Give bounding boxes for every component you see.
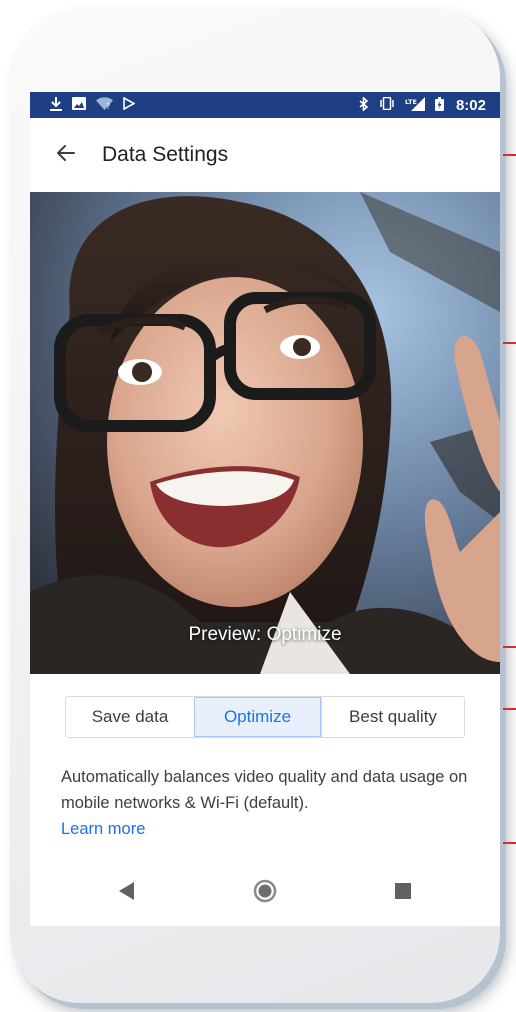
nav-home-button[interactable] xyxy=(245,873,285,913)
arrow-back-icon xyxy=(54,141,78,170)
phone-mockup: ? LTE 8:02 Data Settings Preview: Optimi… xyxy=(0,0,516,1012)
image-icon xyxy=(72,97,86,113)
preview-caption: Preview: Optimize xyxy=(188,624,342,645)
status-time: 8:02 xyxy=(455,96,486,114)
optimize-option[interactable]: Optimize xyxy=(194,697,321,737)
nav-recents-button[interactable] xyxy=(383,873,423,913)
callout-marker-description xyxy=(503,842,516,844)
lte-signal-icon: LTE xyxy=(405,96,425,114)
phone-screen: ? LTE 8:02 Data Settings Preview: Optimi… xyxy=(30,92,500,926)
download-icon xyxy=(50,96,62,114)
learn-more-link[interactable]: Learn more xyxy=(61,816,471,842)
preview-image xyxy=(30,192,500,674)
status-left-icons: ? xyxy=(50,96,136,114)
nav-back-button[interactable] xyxy=(107,873,147,913)
recents-square-icon xyxy=(395,882,411,904)
video-preview: Preview: Optimize xyxy=(30,192,500,674)
svg-text:?: ? xyxy=(106,102,110,110)
callout-marker-caption xyxy=(503,646,516,648)
callout-marker-preview xyxy=(503,342,516,344)
svg-text:LTE: LTE xyxy=(405,98,417,106)
system-nav-bar xyxy=(30,864,500,922)
page-title: Data Settings xyxy=(102,143,229,166)
save-data-option[interactable]: Save data xyxy=(66,697,194,737)
status-bar: ? LTE 8:02 xyxy=(30,92,500,118)
callout-marker-selector xyxy=(503,708,516,710)
callout-marker-title xyxy=(503,154,516,156)
back-button[interactable] xyxy=(38,127,94,183)
status-right-icons: LTE 8:02 xyxy=(359,95,486,114)
vibrate-icon xyxy=(379,96,395,113)
quality-selector: Save data Optimize Best quality xyxy=(65,696,465,738)
bluetooth-icon xyxy=(359,95,369,114)
wifi-icon: ? xyxy=(96,97,113,113)
battery-icon xyxy=(434,96,444,114)
back-triangle-icon xyxy=(119,881,135,905)
home-circle-icon xyxy=(253,879,277,908)
play-store-icon xyxy=(123,96,136,113)
quality-description: Automatically balances video quality and… xyxy=(61,764,471,842)
description-text: Automatically balances video quality and… xyxy=(61,768,468,812)
app-bar: Data Settings xyxy=(30,118,500,192)
best-quality-option[interactable]: Best quality xyxy=(321,697,464,737)
